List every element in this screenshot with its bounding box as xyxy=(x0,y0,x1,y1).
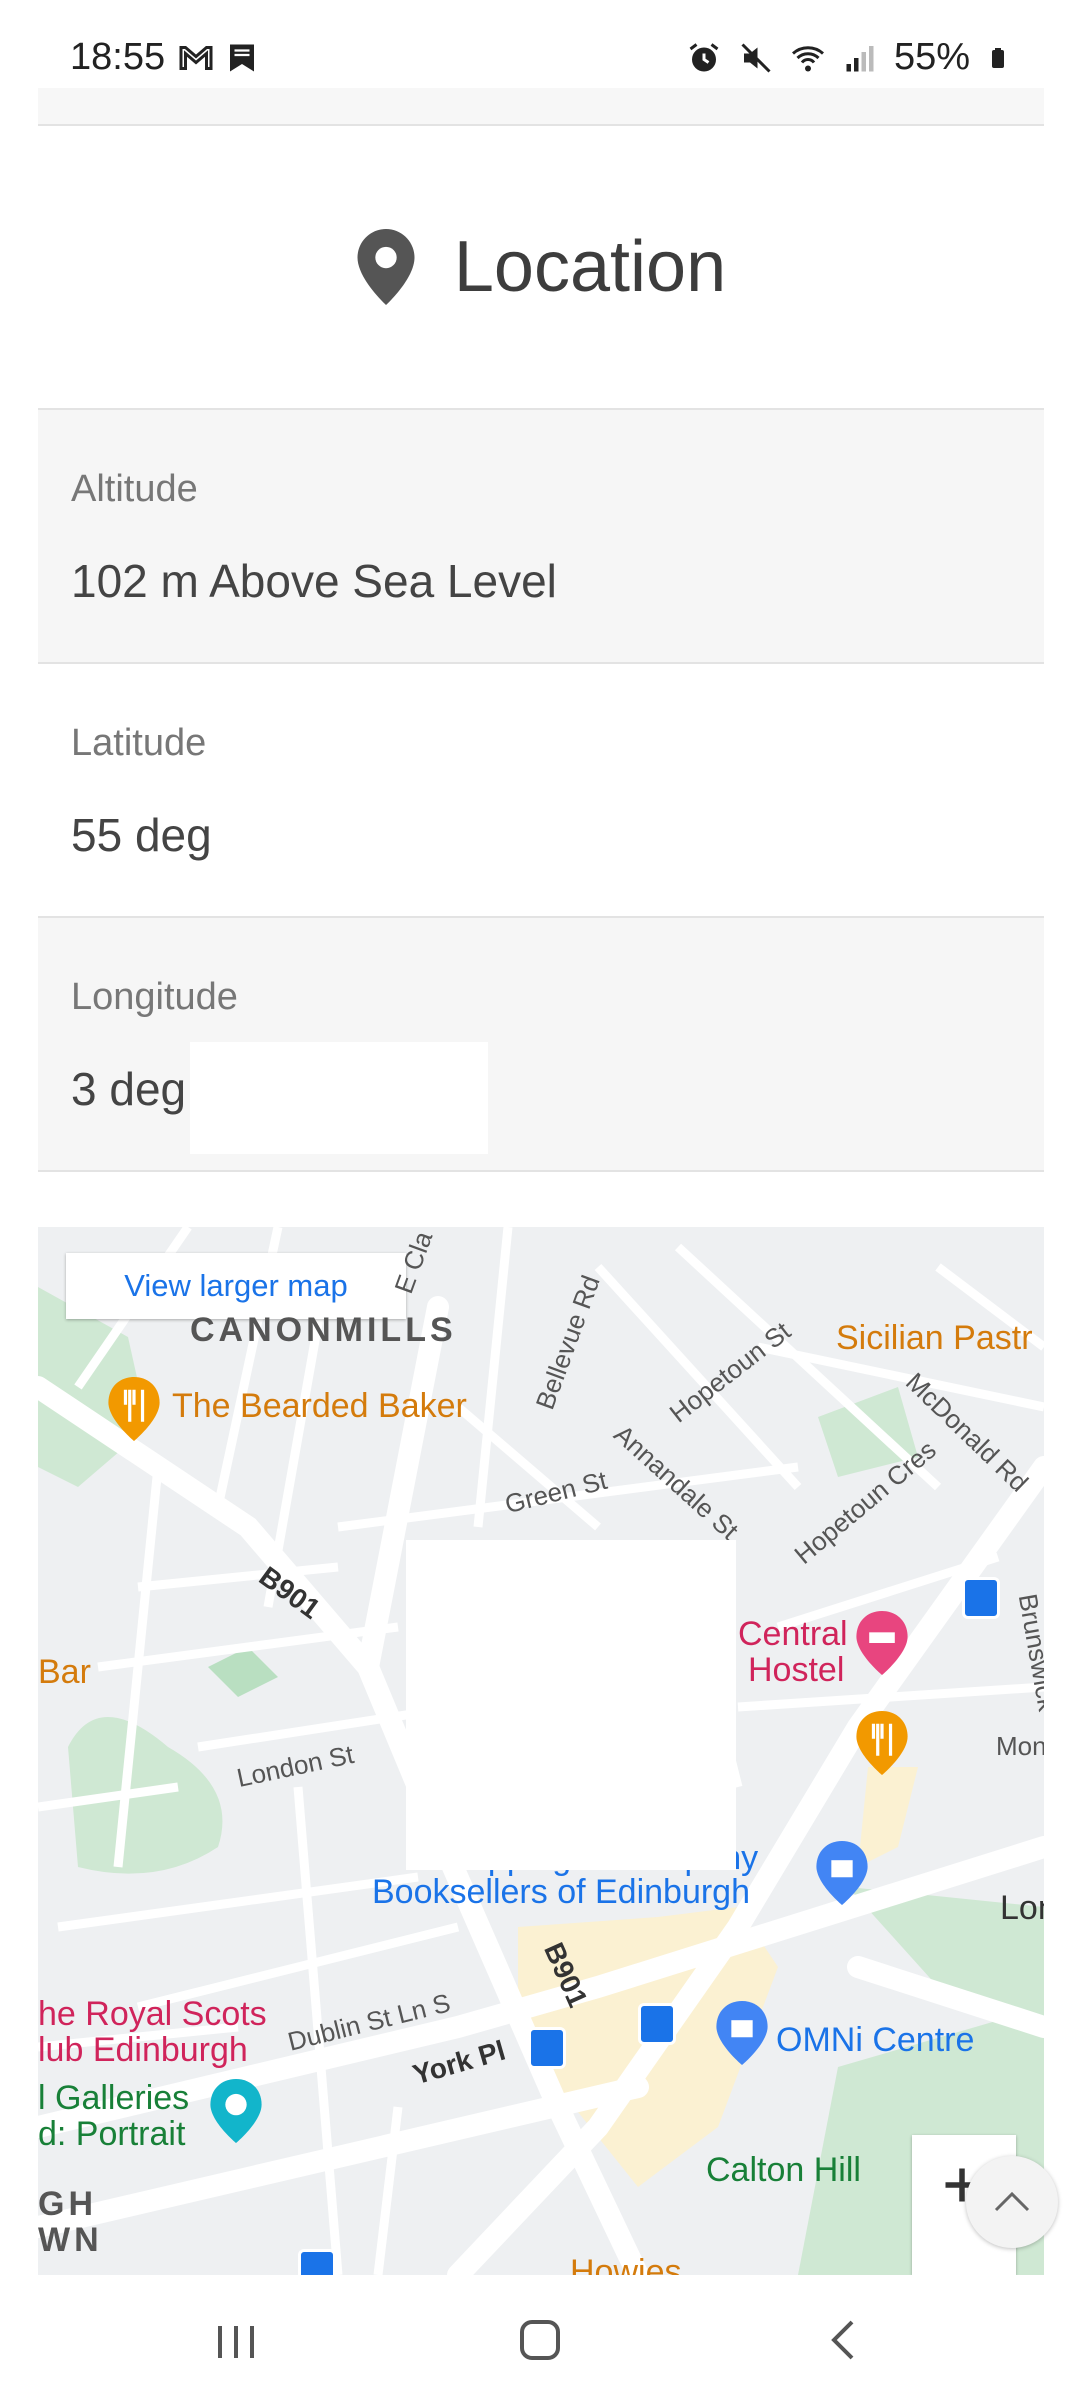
restaurant-pin-icon-2[interactable] xyxy=(856,1711,908,1775)
map-label-galleries-2: d: Portrait xyxy=(38,2115,186,2153)
home-icon[interactable] xyxy=(500,2310,580,2370)
mute-icon xyxy=(741,42,771,73)
map-redacted-block xyxy=(406,1540,736,1870)
chevron-up-icon xyxy=(994,2191,1030,2212)
hotel-pin-icon[interactable] xyxy=(856,1611,908,1675)
gallery-pin-icon[interactable] xyxy=(210,2079,262,2143)
status-system-icons: 55% xyxy=(686,36,1010,79)
map-label-galleries-1: l Galleries xyxy=(38,2079,190,2117)
gmail-icon xyxy=(179,46,213,70)
view-larger-map-link[interactable]: View larger map xyxy=(66,1253,406,1319)
latitude-label: Latitude xyxy=(71,722,207,764)
latitude-value: 55 deg xyxy=(71,809,212,861)
map-label-lon: Lon xyxy=(1000,1889,1044,1927)
map-label-sicilian: Sicilian Pastr xyxy=(836,1319,1033,1357)
map-label-royal-scots-1: he Royal Scots xyxy=(38,1995,267,2033)
bookmark-news-icon xyxy=(230,44,254,72)
location-header: Location xyxy=(38,126,1044,410)
map-label-mon: Mon xyxy=(996,1731,1044,1761)
signal-icon xyxy=(846,45,874,71)
map-label-central-hostel-1: Central xyxy=(738,1615,848,1653)
map-label-bar: Bar xyxy=(38,1653,91,1691)
map-label-central-hostel-2: Hostel xyxy=(748,1651,845,1689)
altitude-label: Altitude xyxy=(71,468,198,510)
transit-stop-icon-4[interactable] xyxy=(298,2249,336,2275)
battery-icon xyxy=(992,47,1004,68)
transit-stop-icon-3[interactable] xyxy=(638,2003,676,2045)
transit-stop-icon-2[interactable] xyxy=(528,2027,566,2069)
wifi-icon xyxy=(791,45,824,71)
altitude-value: 102 m Above Sea Level xyxy=(71,555,557,607)
embedded-map[interactable]: View larger map CANONMILLS The Bearded B… xyxy=(38,1227,1044,2275)
redacted-block xyxy=(190,1042,488,1154)
restaurant-pin-icon[interactable] xyxy=(108,1377,160,1441)
map-label-canonmills: CANONMILLS xyxy=(190,1311,457,1349)
map-label-royal-scots-2: lub Edinburgh xyxy=(38,2031,248,2069)
map-label-wn: WN xyxy=(38,2221,103,2259)
latitude-row: Latitude 55 deg xyxy=(38,664,1044,918)
longitude-value: 3 deg xyxy=(71,1063,187,1115)
status-notification-icons xyxy=(178,40,260,76)
battery-percent: 55% xyxy=(893,36,970,78)
back-icon[interactable] xyxy=(804,2310,884,2370)
map-label-howies: Howies xyxy=(570,2253,682,2275)
location-pin-icon xyxy=(357,229,415,305)
recent-apps-icon[interactable] xyxy=(196,2310,276,2370)
scroll-to-top-button[interactable] xyxy=(966,2156,1058,2248)
longitude-row: Longitude 3 deg xyxy=(38,918,1044,1172)
longitude-label: Longitude xyxy=(71,976,238,1018)
status-bar: 18:55 55% xyxy=(0,0,1080,88)
map-label-omni: OMNi Centre xyxy=(776,2021,975,2059)
location-title: Location xyxy=(453,227,727,307)
status-time: 18:55 xyxy=(70,36,166,78)
altitude-row: Altitude 102 m Above Sea Level xyxy=(38,410,1044,664)
transit-stop-icon[interactable] xyxy=(962,1577,1000,1619)
map-label-bearded-baker: The Bearded Baker xyxy=(172,1387,467,1425)
map-label-gh: GH xyxy=(38,2185,97,2223)
shopping-pin-icon-2[interactable] xyxy=(716,2001,768,2065)
alarm-icon xyxy=(689,42,719,71)
shopping-pin-icon[interactable] xyxy=(816,1841,868,1905)
navigation-bar xyxy=(0,2280,1080,2400)
map-label-topping-2: Booksellers of Edinburgh xyxy=(372,1873,751,1911)
location-panel: Location Altitude 102 m Above Sea Level … xyxy=(38,88,1044,1172)
top-divider-strip xyxy=(38,88,1044,126)
map-label-calton: Calton Hill xyxy=(706,2151,861,2189)
